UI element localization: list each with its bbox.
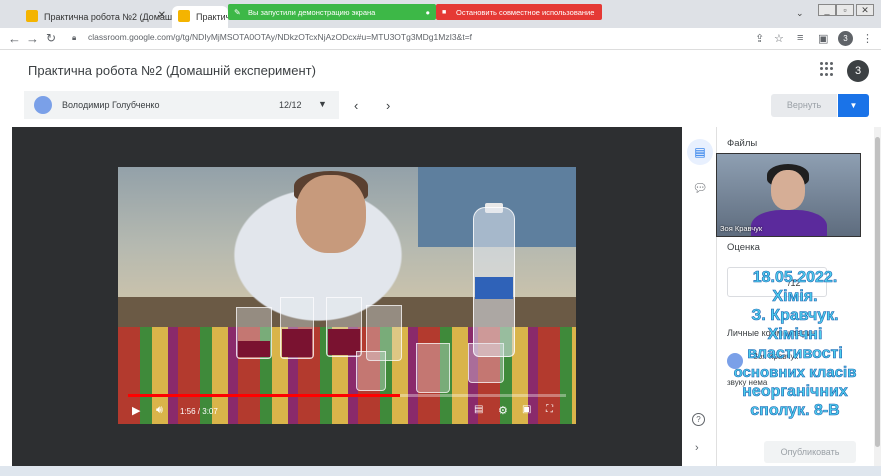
submission-count: 12/12 [279,100,302,110]
caption-line: неорганічних [742,383,848,401]
caption-line: З. Кравчук. [751,307,839,325]
tab-title: Практична робота №2 (Домаш [44,12,172,22]
bottle-label [475,277,513,299]
tab-title: Практична [196,12,228,22]
bookmark-star-icon[interactable]: ☆ [774,32,784,45]
webcam-name: Зоя Кравчук [720,224,763,233]
video-progress-fill [128,394,400,397]
student-name: Володимир Голубченко [62,100,160,110]
glass [280,297,314,359]
forward-icon[interactable]: → [26,31,39,46]
classroom-favicon-icon [26,10,38,22]
url-field[interactable]: classroom.google.com/g/tg/NDIyMjMSOTA0OT… [88,32,472,42]
stop-share-button[interactable]: ■ Остановить совместное использование [436,4,602,20]
address-bar-row: ← → ↻ 🔒︎ classroom.google.com/g/tg/NDIyM… [0,28,881,50]
expand-chevron-icon[interactable]: › [695,442,699,454]
tab-search-chevron-icon[interactable]: ⌄ [796,8,804,19]
video-progress-bar[interactable] [128,394,566,397]
account-avatar[interactable]: 3 [847,60,869,82]
glass [236,307,272,359]
close-window-button[interactable]: ✕ [856,4,874,16]
help-icon[interactable]: ? [692,413,705,426]
os-taskbar [0,466,881,476]
back-icon[interactable]: ← [8,31,21,46]
reading-list-icon[interactable]: ≡ [797,32,803,44]
shield-icon: ● [425,7,430,17]
caption-line: Хімічні [767,326,823,344]
close-tab-icon[interactable]: ✕ [158,10,166,21]
student-selector[interactable]: Володимир Голубченко 12/12 ▼ [24,91,339,119]
profile-avatar[interactable]: 3 [838,31,853,46]
pencil-icon: ✎ [234,7,241,17]
publish-button[interactable]: Опубликовать [764,441,856,463]
video-time: 1:56 / 3:07 [180,407,218,416]
page-title: Практична робота №2 (Домашній експеримен… [28,63,316,78]
caption-line: 18.05.2022. [752,269,838,287]
caption-line: Хімія. [772,288,818,306]
file-viewer: ▶ 🔊︎ 1:56 / 3:07 ▤ ⚙ ▣ ⛶ [12,127,682,467]
miniplayer-icon[interactable]: ▣ [522,404,531,415]
lesson-caption-overlay: 18.05.2022. Хімія. З. Кравчук. Хімічні в… [714,268,876,420]
subtitles-icon[interactable]: ▤ [474,404,483,415]
caption-line: основних класів [733,364,857,382]
settings-gear-icon[interactable]: ⚙ [498,404,508,417]
classroom-favicon-icon [178,10,190,22]
files-heading: Файлы [727,138,758,149]
kebab-menu-icon[interactable]: ⋮ [862,32,873,45]
play-icon[interactable]: ▶ [132,404,140,417]
next-student-icon[interactable]: › [386,98,390,113]
stop-share-label: Остановить совместное использование [456,7,595,17]
files-panel-icon[interactable]: ▤ [687,139,713,165]
video-player[interactable]: ▶ 🔊︎ 1:56 / 3:07 ▤ ⚙ ▣ ⛶ [118,167,576,424]
fullscreen-icon[interactable]: ⛶ [546,404,553,415]
webcam-preview: Зоя Кравчук [716,153,861,237]
dropdown-caret-icon[interactable]: ▼ [318,99,327,109]
lock-icon: 🔒︎ [72,33,77,42]
minimize-button[interactable]: _ [818,4,836,16]
grade-heading: Оценка [727,242,760,253]
google-apps-icon[interactable] [820,62,834,76]
glass [326,297,362,357]
caption-line: властивості [747,345,843,363]
webcam-person-body [751,210,827,236]
share-notice-text: Вы запустили демонстрацию экрана [248,7,376,17]
browser-tab-active[interactable]: Практична [172,6,228,28]
student-avatar [34,96,52,114]
share-page-icon[interactable]: ⇪ [755,32,764,45]
browser-tab[interactable]: Практична робота №2 (Домаш ✕ [20,6,172,28]
browser-tab-strip: Практична робота №2 (Домаш ✕ Практична ✎… [0,0,881,28]
video-controls: ▶ 🔊︎ 1:56 / 3:07 ▤ ⚙ ▣ ⛶ [118,401,576,423]
glass [416,343,450,393]
previous-student-icon[interactable]: ‹ [354,98,358,113]
maximize-button[interactable]: ▫ [836,4,854,16]
webcam-person-head [771,170,805,210]
glass [356,351,386,391]
return-options-chevron-icon[interactable]: ▼ [838,94,869,117]
reload-icon[interactable]: ↻ [46,31,56,45]
volume-icon[interactable]: 🔊︎ [156,404,163,417]
comment-panel-icon[interactable]: 💬︎ [687,175,713,201]
side-panel-icon[interactable]: ▣ [818,32,828,45]
screen-share-notice: ✎ Вы запустили демонстрацию экрана ● [228,4,436,20]
return-button[interactable]: Вернуть [771,94,837,117]
stop-icon: ■ [442,8,447,16]
caption-line: сполук. 8-В [750,402,840,420]
video-person-head [296,175,366,253]
